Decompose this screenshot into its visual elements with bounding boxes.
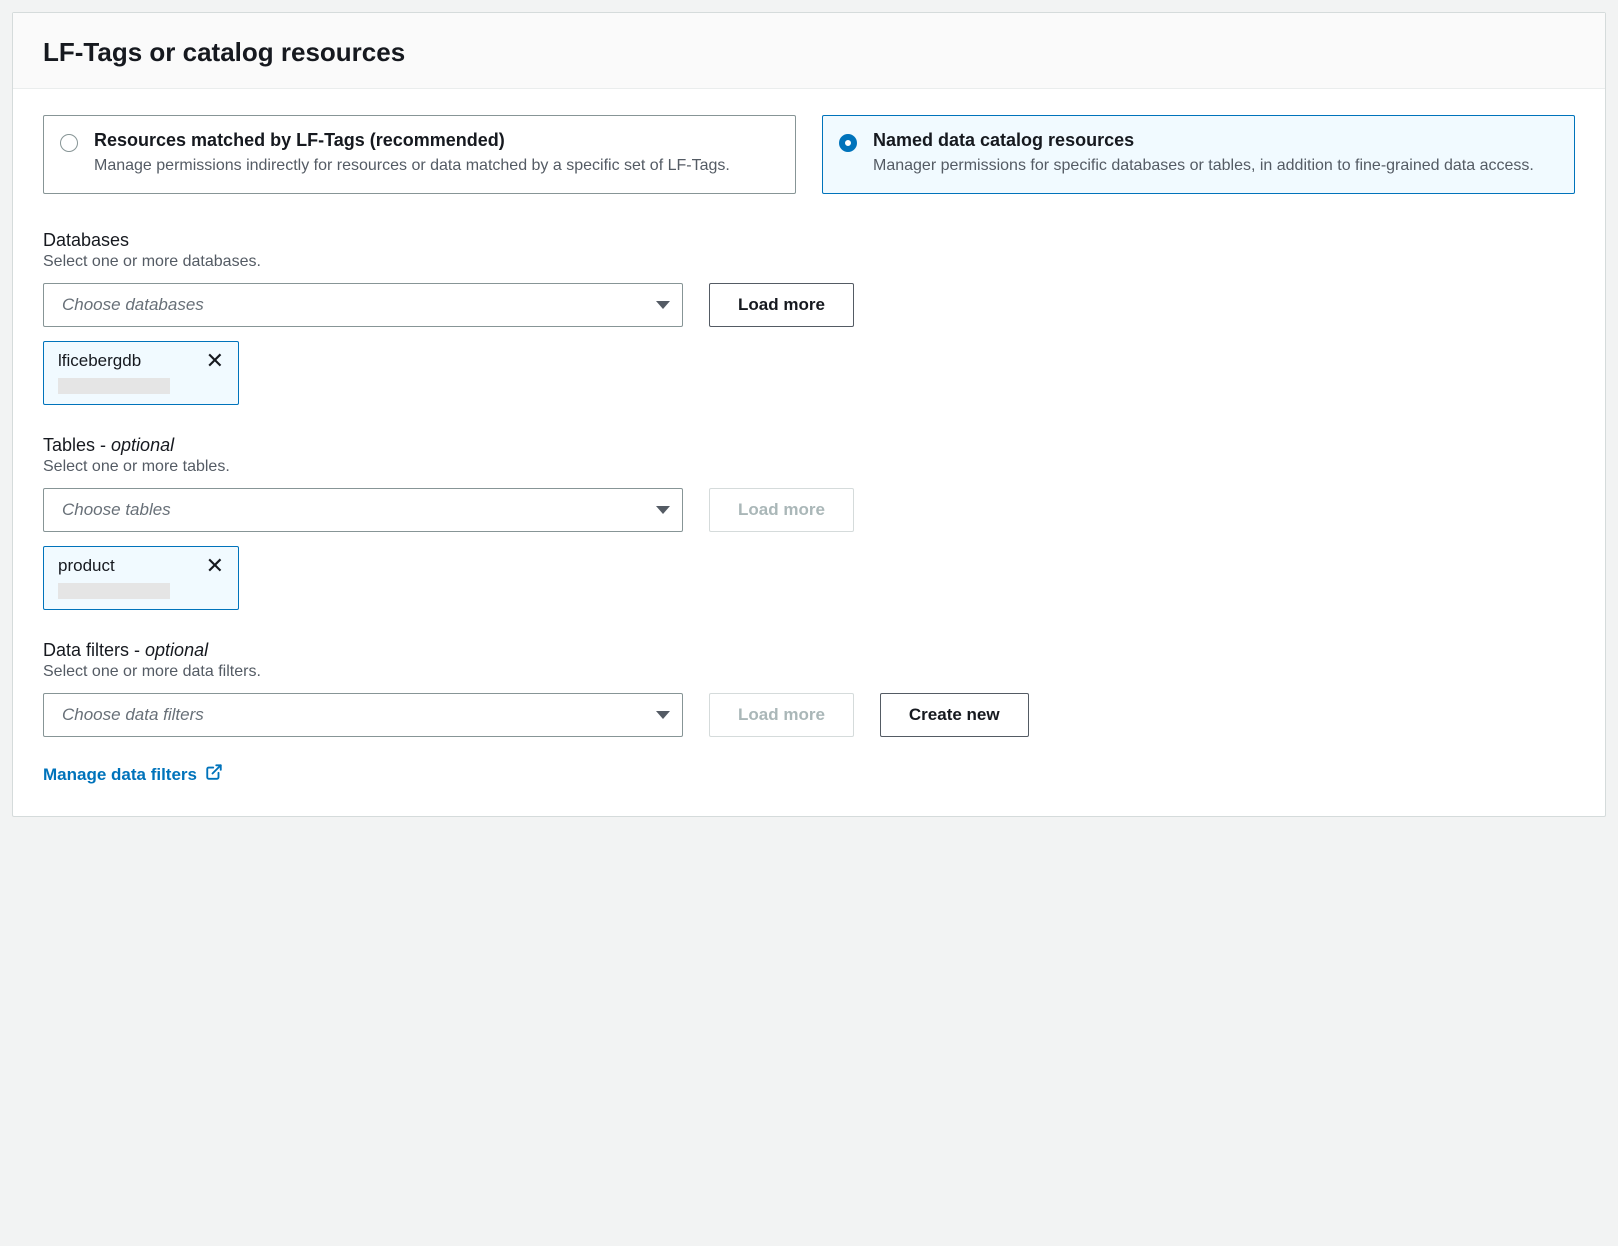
tables-label: Tables - optional [43,435,1575,456]
databases-select[interactable]: Choose databases [43,283,683,327]
chevron-down-icon [656,301,670,309]
radio-lftags-title: Resources matched by LF-Tags (recommende… [94,130,777,151]
datafilters-load-more-button[interactable]: Load more [709,693,854,737]
databases-select-row: Choose databases Load more [43,283,1575,327]
datafilters-field: Data filters - optional Select one or mo… [43,640,1575,737]
datafilters-select-row: Choose data filters Load more Create new [43,693,1575,737]
radio-card-lftags[interactable]: Resources matched by LF-Tags (recommende… [43,115,796,194]
panel-header: LF-Tags or catalog resources [13,13,1605,89]
databases-label: Databases [43,230,1575,251]
manage-data-filters-label: Manage data filters [43,765,197,785]
resource-type-radio-group: Resources matched by LF-Tags (recommende… [43,115,1575,194]
datafilters-placeholder: Choose data filters [62,705,204,725]
table-tag-chip: product ✕ [43,546,239,610]
tables-select-row: Choose tables Load more [43,488,1575,532]
manage-data-filters-link[interactable]: Manage data filters [43,763,223,786]
radio-named-title: Named data catalog resources [873,130,1556,151]
database-tag-label: lficebergdb [58,351,141,371]
database-tag-chip: lficebergdb ✕ [43,341,239,405]
databases-field: Databases Select one or more databases. … [43,230,1575,405]
tag-placeholder-bar [58,378,170,394]
chevron-down-icon [656,506,670,514]
create-new-button[interactable]: Create new [880,693,1029,737]
radio-card-named[interactable]: Named data catalog resources Manager per… [822,115,1575,194]
radio-icon [60,134,78,152]
panel-lftags-catalog: LF-Tags or catalog resources Resources m… [12,12,1606,817]
external-link-icon [205,763,223,786]
radio-icon [839,134,857,152]
radio-named-desc: Manager permissions for specific databas… [873,155,1556,177]
tag-placeholder-bar [58,583,170,599]
panel-title: LF-Tags or catalog resources [43,37,1575,68]
tables-label-optional: optional [111,435,174,455]
tables-select[interactable]: Choose tables [43,488,683,532]
databases-hint: Select one or more databases. [43,253,1575,271]
tables-placeholder: Choose tables [62,500,171,520]
table-tag-label: product [58,556,115,576]
databases-placeholder: Choose databases [62,295,204,315]
datafilters-label: Data filters - optional [43,640,1575,661]
panel-body: Resources matched by LF-Tags (recommende… [13,89,1605,816]
close-icon[interactable]: ✕ [204,350,226,372]
tables-field: Tables - optional Select one or more tab… [43,435,1575,610]
datafilters-label-prefix: Data filters - [43,640,145,660]
tables-load-more-button[interactable]: Load more [709,488,854,532]
close-icon[interactable]: ✕ [204,555,226,577]
datafilters-select[interactable]: Choose data filters [43,693,683,737]
chevron-down-icon [656,711,670,719]
tables-label-prefix: Tables - [43,435,111,455]
datafilters-label-optional: optional [145,640,208,660]
tables-hint: Select one or more tables. [43,458,1575,476]
databases-load-more-button[interactable]: Load more [709,283,854,327]
datafilters-hint: Select one or more data filters. [43,663,1575,681]
radio-lftags-desc: Manage permissions indirectly for resour… [94,155,777,177]
